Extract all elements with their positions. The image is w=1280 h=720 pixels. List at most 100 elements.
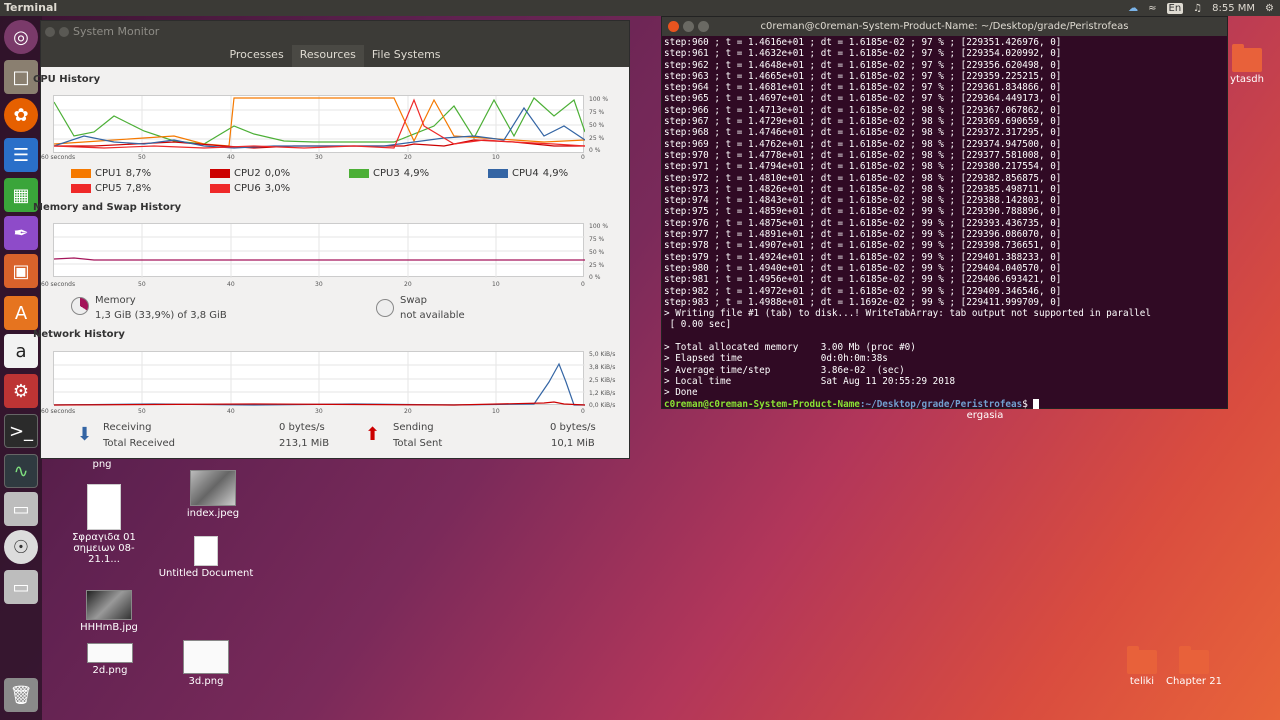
terminal-line: step:982 ; t = 1.4972e+01 ; dt = 1.6185e…: [664, 285, 1062, 297]
cpu6-legend[interactable]: CPU6 3,0%: [210, 183, 290, 194]
cpu5-legend[interactable]: CPU5 7,8%: [71, 183, 151, 194]
pct-label: 0 %: [589, 147, 601, 154]
terminal-line: step:960 ; t = 1.4616e+01 ; dt = 1.6185e…: [664, 37, 1062, 48]
terminal-line: step:968 ; t = 1.4746e+01 ; dt = 1.6185e…: [664, 127, 1062, 139]
maximize-icon[interactable]: [698, 21, 709, 32]
cpu-label: CPU4: [512, 168, 539, 179]
terminal-line: step:976 ; t = 1.4875e+01 ; dt = 1.6185e…: [664, 217, 1062, 229]
libreoffice-impress-icon[interactable]: ▣: [4, 254, 38, 288]
color-swatch[interactable]: [71, 169, 91, 178]
receiving-rate: 0 bytes/s: [279, 422, 325, 433]
drive2-icon[interactable]: ▭: [4, 570, 38, 604]
axis-label: 60 seconds: [41, 408, 76, 415]
tab-file-systems[interactable]: File Systems: [364, 45, 449, 67]
dropbox-icon[interactable]: ☁: [1128, 3, 1138, 14]
pct-label: 25 %: [589, 262, 605, 269]
desktop-item-png[interactable]: png: [80, 459, 124, 470]
kib-label: 0,0 KiB/s: [589, 402, 616, 409]
firefox-icon[interactable]: ✿: [4, 98, 38, 132]
color-swatch[interactable]: [488, 169, 508, 178]
desktop-folder-ytasdh[interactable]: ytasdh: [1222, 44, 1272, 85]
color-swatch[interactable]: [210, 169, 230, 178]
minimize-icon[interactable]: [683, 21, 694, 32]
trash-icon[interactable]: 🗑: [4, 678, 38, 712]
terminal-icon[interactable]: >_: [4, 414, 38, 448]
desktop-file-untitled[interactable]: Untitled Document: [158, 536, 254, 579]
terminal-line: > Total allocated memory 3.00 Mb (proc #…: [664, 342, 916, 354]
tab-processes[interactable]: Processes: [221, 45, 291, 67]
terminal-line: > Average time/step 3.86e-02 (sec): [664, 364, 905, 376]
system-settings-icon[interactable]: ⚙: [4, 374, 38, 408]
power-gear-icon[interactable]: ⚙: [1265, 3, 1274, 14]
desktop-item-ergasia[interactable]: ergasia: [955, 410, 1015, 421]
desktop-file-sfragida[interactable]: Σφραγιδα 01 σημειων 08-21.1...: [58, 484, 150, 565]
axis-label: 50: [138, 408, 146, 415]
cpu-value: 0,0%: [264, 168, 291, 179]
cpu-label: CPU3: [373, 168, 400, 179]
desktop-label: teliki: [1129, 676, 1155, 687]
terminal-window: c0reman@c0reman-System-Product-Name: ~/D…: [661, 16, 1228, 411]
folder-icon: [1232, 44, 1262, 72]
cpu-label: CPU1: [95, 168, 122, 179]
dvd-icon[interactable]: ☉: [4, 530, 38, 564]
terminal-line: step:980 ; t = 1.4940e+01 ; dt = 1.6185e…: [664, 262, 1062, 274]
window-titlebar[interactable]: c0reman@c0reman-System-Product-Name: ~/D…: [662, 17, 1227, 36]
memory-pie-icon[interactable]: [71, 297, 89, 315]
minimize-icon[interactable]: [59, 27, 69, 37]
window-titlebar[interactable]: System Monitor: [41, 21, 629, 45]
color-swatch[interactable]: [71, 184, 91, 193]
kib-label: 3,8 KiB/s: [589, 364, 616, 371]
cpu2-legend[interactable]: CPU2 0,0%: [210, 168, 290, 179]
folder-icon: [1179, 646, 1209, 674]
terminal-line: step:966 ; t = 1.4713e+01 ; dt = 1.6185e…: [664, 104, 1062, 116]
receiving-arrow-icon[interactable]: ⬇: [77, 426, 95, 444]
libreoffice-writer-icon[interactable]: ☰: [4, 138, 38, 172]
cpu4-legend[interactable]: CPU4 4,9%: [488, 168, 568, 179]
feather-icon[interactable]: ✒: [4, 216, 38, 250]
pct-label: 75 %: [589, 236, 605, 243]
desktop-label: HHHmB.jpg: [80, 622, 138, 633]
terminal-line: step:961 ; t = 1.4632e+01 ; dt = 1.6185e…: [664, 48, 1062, 60]
launcher: ◎ □ ✿ ☰ ▦ ✒ ▣ A a ⚙ >_ ∿ ▭ ☉ ▭ 🗑: [0, 16, 42, 720]
terminal-line: step:973 ; t = 1.4826e+01 ; dt = 1.6185e…: [664, 183, 1062, 195]
wifi-icon[interactable]: ≈: [1148, 3, 1156, 14]
close-icon[interactable]: [45, 27, 55, 37]
volume-icon[interactable]: ♫: [1193, 3, 1202, 14]
terminal-line: step:971 ; t = 1.4794e+01 ; dt = 1.6185e…: [664, 161, 1062, 173]
cpu3-legend[interactable]: CPU3 4,9%: [349, 168, 429, 179]
tab-resources[interactable]: Resources: [291, 45, 364, 67]
desktop-file-index[interactable]: index.jpeg: [180, 470, 246, 519]
clock[interactable]: 8:55 MM: [1212, 3, 1255, 14]
terminal-line: step:962 ; t = 1.4648e+01 ; dt = 1.6185e…: [664, 59, 1062, 71]
dash-home-icon[interactable]: ◎: [4, 20, 38, 54]
sending-arrow-icon[interactable]: ⬆: [365, 426, 383, 444]
close-icon[interactable]: [668, 21, 679, 32]
color-swatch[interactable]: [210, 184, 230, 193]
terminal-line: step:972 ; t = 1.4810e+01 ; dt = 1.6185e…: [664, 172, 1062, 184]
system-monitor-icon[interactable]: ∿: [4, 454, 38, 488]
drive-icon[interactable]: ▭: [4, 492, 38, 526]
desktop-file-hhhmb[interactable]: HHHmB.jpg: [76, 590, 142, 633]
desktop-file-2d[interactable]: 2d.png: [84, 643, 136, 676]
axis-label: 60 seconds: [41, 281, 76, 288]
color-swatch[interactable]: [349, 169, 369, 178]
desktop-label: ergasia: [966, 410, 1004, 421]
terminal-output[interactable]: step:960 ; t = 1.4616e+01 ; dt = 1.6185e…: [662, 36, 1227, 411]
terminal-line: step:969 ; t = 1.4762e+01 ; dt = 1.6185e…: [664, 138, 1062, 150]
software-center-icon[interactable]: A: [4, 296, 38, 330]
desktop-folder-chapter21[interactable]: Chapter 21: [1166, 646, 1222, 687]
image-thumbnail: [190, 470, 236, 506]
terminal-line: [ 0.00 sec]: [664, 319, 732, 331]
desktop-label: 2d.png: [92, 665, 128, 676]
swap-pie-icon[interactable]: [376, 299, 394, 317]
desktop-file-3d[interactable]: 3d.png: [180, 640, 232, 687]
axis-label: 50: [138, 154, 146, 161]
cpu-history-graph: [53, 95, 585, 154]
cpu-value: 3,0%: [264, 183, 291, 194]
keyboard-layout-indicator[interactable]: En: [1166, 2, 1184, 14]
cpu1-legend[interactable]: CPU1 8,7%: [71, 168, 151, 179]
terminal-line: step:967 ; t = 1.4729e+01 ; dt = 1.6185e…: [664, 116, 1062, 128]
terminal-line: > Elapsed time 0d:0h:0m:38s: [664, 353, 888, 365]
desktop-folder-teliki[interactable]: teliki: [1120, 646, 1164, 687]
total-sent-value: 10,1 MiB: [551, 438, 595, 449]
